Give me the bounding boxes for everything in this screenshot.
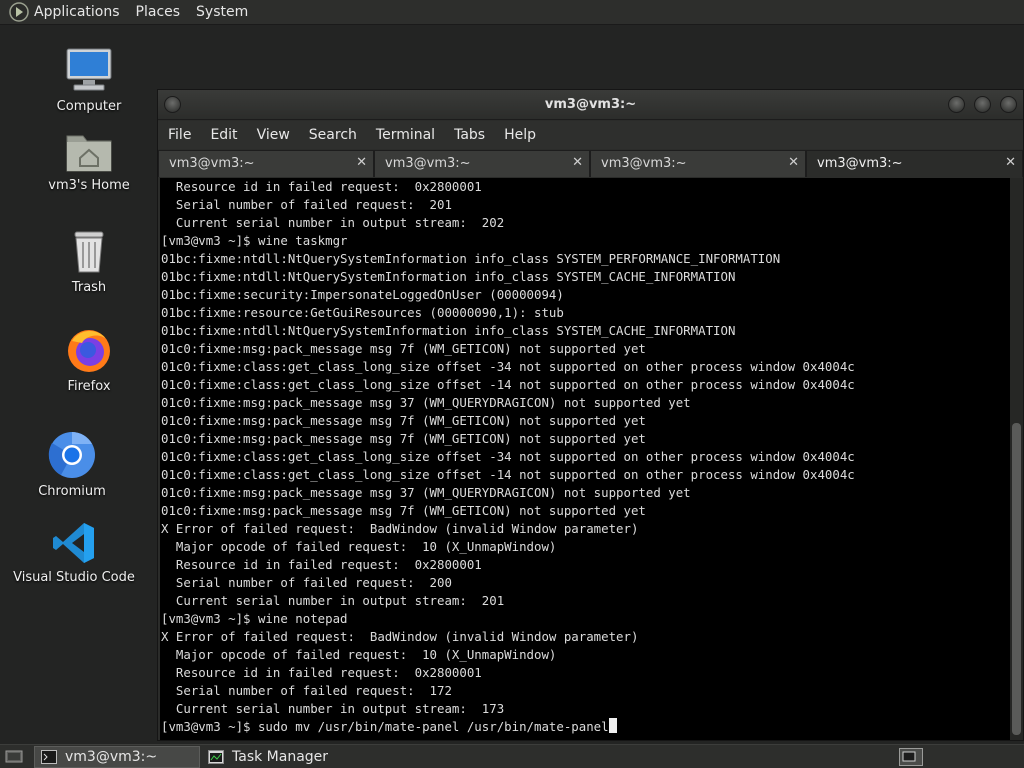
maximize-button[interactable]: [974, 96, 991, 113]
terminal-line: 01bc:fixme:resource:GetGuiResources (000…: [161, 305, 564, 320]
terminal-line: 01c0:fixme:msg:pack_message msg 7f (WM_G…: [161, 341, 646, 356]
scrollbar-thumb[interactable]: [1012, 423, 1021, 735]
terminal-line: Serial number of failed request: 172: [161, 683, 452, 698]
close-tab-icon[interactable]: ✕: [572, 155, 583, 170]
bottom-panel: vm3@vm3:~ Task Manager: [0, 744, 1024, 768]
show-desktop-icon[interactable]: [5, 749, 23, 765]
prompt-text: [vm3@vm3 ~]$ sudo mv /usr/bin/mate-panel…: [161, 719, 609, 734]
close-tab-icon[interactable]: ✕: [1005, 155, 1016, 170]
terminal-line: 01bc:fixme:ntdll:NtQuerySystemInformatio…: [161, 251, 781, 266]
desktop-icon-label: Chromium: [38, 484, 106, 499]
minimize-button[interactable]: [948, 96, 965, 113]
mate-logo-icon[interactable]: [9, 2, 29, 22]
terminal-line: Serial number of failed request: 200: [161, 575, 452, 590]
terminal-line: 01c0:fixme:msg:pack_message msg 37 (WM_Q…: [161, 485, 691, 500]
terminal-lines: Resource id in failed request: 0x2800001…: [160, 178, 1010, 718]
terminal-line: 01c0:fixme:class:get_class_long_size off…: [161, 449, 855, 464]
firefox-icon: [68, 330, 110, 372]
window-title: vm3@vm3:~: [544, 97, 637, 112]
terminal-line: 01bc:fixme:ntdll:NtQuerySystemInformatio…: [161, 269, 736, 284]
terminal-line: Serial number of failed request: 201: [161, 197, 452, 212]
taskbar-item-task-manager[interactable]: Task Manager: [202, 746, 402, 768]
desktop-icon-computer[interactable]: Computer: [24, 45, 154, 114]
terminal-window: vm3@vm3:~ File Edit View Search Terminal…: [157, 89, 1024, 741]
tab-label: vm3@vm3:~: [601, 156, 687, 171]
computer-icon: [66, 48, 112, 91]
applications-menu[interactable]: Applications: [34, 4, 120, 20]
desktop-icon-home[interactable]: vm3's Home: [24, 128, 154, 193]
terminal-line: Major opcode of failed request: 10 (X_Un…: [161, 647, 557, 662]
terminal-line: 01c0:fixme:msg:pack_message msg 7f (WM_G…: [161, 503, 646, 518]
close-tab-icon[interactable]: ✕: [788, 155, 799, 170]
desktop-icon-vscode[interactable]: Visual Studio Code: [9, 520, 139, 585]
terminal-line: Resource id in failed request: 0x2800001: [161, 665, 482, 680]
terminal-tab-4[interactable]: vm3@vm3:~ ✕: [806, 150, 1023, 177]
desktop-icon-firefox[interactable]: Firefox: [24, 325, 154, 394]
terminal-line: Resource id in failed request: 0x2800001: [161, 179, 482, 194]
tab-label: vm3@vm3:~: [817, 156, 903, 171]
desktop-icon-label: Visual Studio Code: [13, 570, 135, 585]
terminal-line: X Error of failed request: BadWindow (in…: [161, 521, 639, 536]
terminal-tabbar: vm3@vm3:~ ✕ vm3@vm3:~ ✕ vm3@vm3:~ ✕ vm3@…: [158, 150, 1023, 177]
terminal-line: 01c0:fixme:msg:pack_message msg 37 (WM_Q…: [161, 395, 691, 410]
desktop-icon-label: Trash: [71, 280, 107, 295]
terminal-tab-3[interactable]: vm3@vm3:~ ✕: [590, 150, 806, 177]
desktop-icon-label: vm3's Home: [48, 178, 130, 193]
terminal-line: X Error of failed request: BadWindow (in…: [161, 629, 639, 644]
terminal-line: Current serial number in output stream: …: [161, 701, 505, 716]
terminal-prompt-line[interactable]: [vm3@vm3 ~]$ sudo mv /usr/bin/mate-panel…: [160, 718, 1010, 736]
terminal-line: 01c0:fixme:msg:pack_message msg 7f (WM_G…: [161, 413, 646, 428]
terminal-line: 01bc:fixme:ntdll:NtQuerySystemInformatio…: [161, 323, 736, 338]
terminal-line: 01bc:fixme:security:ImpersonateLoggedOnU…: [161, 287, 564, 302]
menu-search[interactable]: Search: [309, 127, 357, 143]
text-cursor: [608, 718, 617, 733]
tab-label: vm3@vm3:~: [169, 156, 255, 171]
terminal-tab-2[interactable]: vm3@vm3:~ ✕: [374, 150, 590, 177]
desktop-icon-chromium[interactable]: Chromium: [7, 430, 137, 499]
terminal-line: 01c0:fixme:class:get_class_long_size off…: [161, 377, 855, 392]
terminal-line: Current serial number in output stream: …: [161, 593, 505, 608]
terminal-line: Major opcode of failed request: 10 (X_Un…: [161, 539, 557, 554]
menu-help[interactable]: Help: [504, 127, 536, 143]
terminal-line: [vm3@vm3 ~]$ wine notepad: [161, 611, 348, 626]
menu-view[interactable]: View: [257, 127, 290, 143]
top-panel: Applications Places System: [0, 0, 1024, 25]
menu-terminal[interactable]: Terminal: [376, 127, 435, 143]
taskbar-item-terminal[interactable]: vm3@vm3:~: [34, 746, 200, 768]
desktop-icon-label: Firefox: [67, 379, 111, 394]
terminal-output[interactable]: Resource id in failed request: 0x2800001…: [160, 178, 1010, 740]
terminal-line: 01c0:fixme:msg:pack_message msg 7f (WM_G…: [161, 431, 646, 446]
home-folder-icon: [66, 135, 112, 172]
terminal-line: [vm3@vm3 ~]$ wine taskmgr: [161, 233, 348, 248]
chromium-icon: [48, 432, 95, 478]
workspace-switcher-icon[interactable]: [899, 748, 923, 766]
system-menu[interactable]: System: [196, 4, 248, 20]
terminal-icon: [41, 750, 57, 764]
desktop-icon-label: Computer: [56, 99, 122, 114]
terminal-line: Current serial number in output stream: …: [161, 215, 505, 230]
task-manager-icon: [208, 750, 224, 764]
terminal-menubar: File Edit View Search Terminal Tabs Help: [158, 121, 1023, 149]
terminal-scrollbar[interactable]: [1010, 178, 1023, 740]
taskbar-item-label: Task Manager: [232, 749, 329, 765]
taskbar-item-label: vm3@vm3:~: [65, 749, 158, 765]
terminal-line: 01c0:fixme:class:get_class_long_size off…: [161, 359, 855, 374]
menu-tabs[interactable]: Tabs: [454, 127, 485, 143]
tab-label: vm3@vm3:~: [385, 156, 471, 171]
terminal-line: 01c0:fixme:class:get_class_long_size off…: [161, 467, 855, 482]
desktop-icon-trash[interactable]: Trash: [24, 228, 154, 295]
vscode-icon: [53, 523, 94, 563]
window-titlebar[interactable]: vm3@vm3:~: [158, 90, 1023, 120]
menu-edit[interactable]: Edit: [210, 127, 237, 143]
terminal-line: Resource id in failed request: 0x2800001: [161, 557, 482, 572]
places-menu[interactable]: Places: [136, 4, 181, 20]
trash-icon: [74, 231, 104, 273]
close-button[interactable]: [1000, 96, 1017, 113]
terminal-tab-1[interactable]: vm3@vm3:~ ✕: [158, 150, 374, 177]
close-tab-icon[interactable]: ✕: [356, 155, 367, 170]
menu-file[interactable]: File: [168, 127, 191, 143]
